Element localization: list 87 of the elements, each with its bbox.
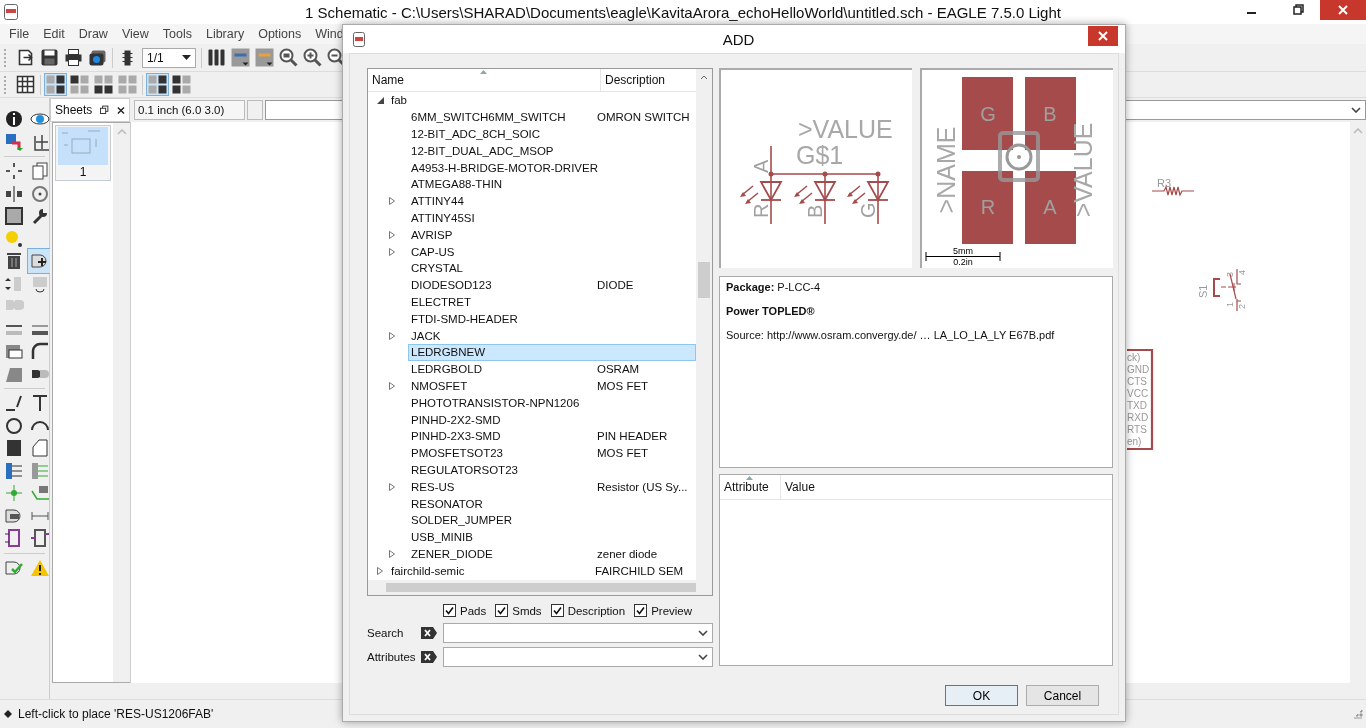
scale-label: 5mm [953,246,973,256]
name-label: G$1 [796,141,844,169]
pad-label: A [1043,196,1057,218]
pin-label: VCC [1127,388,1149,399]
menu-item[interactable]: Tools [155,27,199,41]
menu-item[interactable]: Draw [71,27,115,41]
pin-label: ck) [1127,352,1141,363]
sheet-select[interactable]: 1/1 [142,47,196,68]
pin-label: CTS [1127,376,1147,387]
value-label: >VALUE [798,115,893,143]
dialog-button[interactable]: Cancel [1026,685,1099,706]
pad-label: R [980,196,996,218]
tree-item[interactable]: fairchild-semic FAIRCHILD SEM [368,562,696,580]
package-info: Package: P-LCC-4 [726,281,822,293]
menu-item[interactable]: File [2,27,37,41]
tree-item[interactable]: ZENER_DIODE zener diode [408,545,696,563]
column-header[interactable]: Value [781,475,815,499]
tree-item[interactable]: DIODESOD123 DIODE [408,276,696,294]
pin-number: 3 [1225,272,1235,277]
tree-item[interactable]: CAP-US [408,243,696,260]
column-header[interactable]: Name [368,69,601,91]
panel-title: Sheets [55,103,93,117]
pad-label: B [1043,103,1057,125]
pin-number: 1 [1225,302,1235,307]
pad-label: G [980,103,996,125]
pin-label: RXD [1127,412,1149,423]
tree-item[interactable]: PINHD-2X2-SMD [408,411,696,428]
part-label: R3 [1157,177,1172,189]
dialog-title: ADD [721,30,756,48]
tree-item[interactable]: CRYSTAL [408,259,696,277]
menu-item[interactable]: Library [198,27,252,41]
menu-item[interactable]: View [114,27,156,41]
tree-item[interactable]: ATTINY44 [408,192,696,210]
column-header[interactable]: Description [601,69,696,91]
pin-label: RTS [1127,424,1147,435]
tree-item[interactable]: SOLDER_JUMPER [408,511,696,529]
sheet-number: 1 [79,165,87,179]
pin-label: R [750,203,772,218]
tree-item[interactable]: 12-BIT_ADC_8CH_SOIC [408,125,696,143]
tree-item[interactable]: PINHD-2X3-SMD PIN HEADER [408,427,696,445]
pin-number: 4 [1237,270,1247,275]
menu-item[interactable]: Options [251,27,309,41]
tree-item[interactable]: LEDRGBOLD OSRAM [408,360,696,378]
sheet-thumbnail[interactable]: 1 [55,125,111,181]
source-text: Source: http://www.osram.convergy.de/ … LA_LO_LA_LY E67B.pdf [726,329,1056,341]
checkbox-label: Preview [651,604,693,617]
pin-label: GND [1127,364,1150,375]
scale-label: 0.2in [953,257,973,267]
column-header[interactable]: Attribute [720,475,781,499]
pin-label: A [750,159,772,173]
window-title: 1 Schematic - C:\Users\SHARAD\Documents\eagle\KavitaArora_echoHelloWorld\untitled.sch - EAGLE 7.5.0 Light [304,3,1062,21]
tree-item[interactable]: RES-US Resistor (US Sy... [408,478,696,496]
part-label: S1 [1197,284,1209,298]
menu-item[interactable]: Edit [36,27,72,41]
tree-item[interactable]: USB_MINIB [408,528,696,546]
pin-label: G [857,202,879,218]
tree-item[interactable]: AVRISP [408,226,696,244]
tree-item[interactable]: A4953-H-BRIDGE-MOTOR-DRIVER [408,159,696,176]
checkbox-label: Pads [460,604,487,617]
tree-item[interactable]: 12-BIT_DUAL_ADC_MSOP [408,142,696,160]
pin-label: en) [1127,436,1142,447]
field-label: Search [367,627,405,639]
device-title: Power TOPLED® [726,305,816,317]
checkbox-label: Description [567,604,626,617]
dialog-button[interactable]: OK [945,685,1018,706]
pin-label: TXD [1127,400,1147,411]
pin-number: 2 [1237,304,1247,309]
tree-item[interactable]: fab [368,92,696,109]
tree-item[interactable]: PHOTOTRANSISTOR-NPN1206 [408,394,696,412]
tree-item[interactable]: JACK [408,327,696,344]
tree-item[interactable]: NMOSFET MOS FET [408,377,696,395]
checkbox-label: Smds [512,604,542,617]
tree-item[interactable]: PMOSFETSOT23 MOS FET [408,444,696,462]
field-label: Attributes [367,651,415,663]
coordinate-display: 0.1 inch (6.0 3.0) [134,100,245,120]
tree-item[interactable]: ATMEGA88-THIN [408,176,696,193]
tree-item[interactable]: 6MM_SWITCH6MM_SWITCH OMRON SWITCH [408,108,696,126]
tree-item[interactable]: FTDI-SMD-HEADER [408,310,696,328]
tree-item[interactable]: RESONATOR [408,495,696,512]
pin-label: B [804,204,826,218]
name-label: >NAME [932,126,960,214]
tree-item[interactable]: LEDRGBNEW [408,343,696,361]
tree-item[interactable]: ATTINY45SI [408,209,696,227]
value-label: >VALUE [1069,122,1097,218]
tree-item[interactable]: REGULATORSOT23 [408,461,696,479]
status-text: Left-click to place 'RES-US1206FAB' [18,707,214,721]
tree-item[interactable]: ELECTRET [408,293,696,311]
